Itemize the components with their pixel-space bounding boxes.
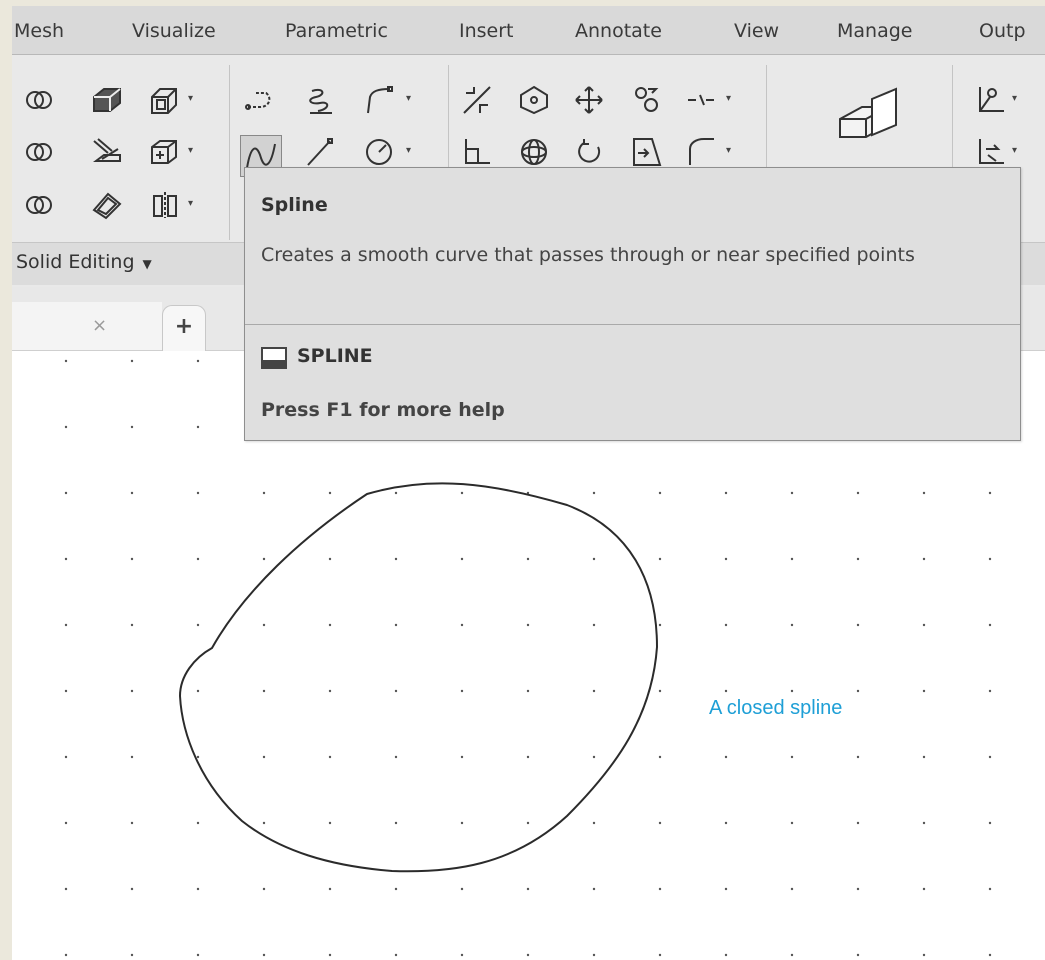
spline-tooltip: Spline Creates a smooth curve that passe… [244,167,1021,441]
close-icon[interactable]: × [92,315,107,336]
circle-icon[interactable] [362,135,396,169]
copy-icon[interactable] [630,83,664,117]
drawing-canvas[interactable]: A closed spline [12,351,1045,960]
move-icon[interactable] [572,83,606,117]
chamfer-icon[interactable] [684,135,718,169]
new-tab-button[interactable]: + [162,305,206,351]
tooltip-help-hint: Press F1 for more help [261,399,505,421]
tab-mesh[interactable]: Mesh [14,20,64,42]
tooltip-description: Creates a smooth curve that passes throu… [261,244,915,266]
tab-view[interactable]: View [734,20,779,42]
3d-rotate-gizmo-icon[interactable] [517,135,551,169]
ucs-icon[interactable] [974,135,1008,169]
shell-icon[interactable] [90,188,124,222]
panel-title-label: Solid Editing [16,251,135,273]
annotation-label: A closed spline [709,697,842,719]
ribbon-tab-bar: Mesh Visualize Parametric Insert Annotat… [12,6,1045,55]
drawing-tab[interactable]: × [12,302,162,350]
command-line-icon [261,347,287,369]
tooltip-separator [245,324,1020,325]
separate-icon[interactable] [148,188,182,222]
offset-faces-dropdown-arrow[interactable]: ▾ [188,93,193,104]
break-icon[interactable] [684,83,718,117]
autocad-window: Mesh Visualize Parametric Insert Annotat… [12,6,1045,960]
subtract-icon[interactable] [22,188,56,222]
offset-faces-icon[interactable] [148,83,182,117]
tab-output[interactable]: Outp [979,20,1026,42]
3d-move-gizmo-icon[interactable] [517,83,551,117]
chevron-down-icon: ▼ [142,257,152,271]
stretch-icon[interactable] [630,135,664,169]
grid-dots [64,359,992,957]
chamfer-dropdown-arrow[interactable]: ▾ [726,145,731,156]
rotate-icon[interactable] [572,135,606,169]
tab-insert[interactable]: Insert [459,20,514,42]
panel-separator [229,65,230,240]
line-icon[interactable] [302,135,336,169]
separate-dropdown-arrow[interactable]: ▾ [188,198,193,209]
intersect-icon[interactable] [22,83,56,117]
union-icon[interactable] [22,135,56,169]
tab-annotate[interactable]: Annotate [575,20,662,42]
fit-spline-icon[interactable] [362,83,396,117]
dimension-dropdown-arrow[interactable]: ▾ [1012,93,1017,104]
tooltip-command-name: SPLINE [297,345,373,367]
extrude-faces-icon[interactable] [90,83,124,117]
ucs-dropdown-arrow[interactable]: ▾ [1012,145,1017,156]
tab-parametric[interactable]: Parametric [285,20,388,42]
helix-icon[interactable] [302,83,336,117]
tooltip-title: Spline [261,194,328,216]
slice-icon[interactable] [90,135,124,169]
break-dropdown-arrow[interactable]: ▾ [726,93,731,104]
tab-visualize[interactable]: Visualize [132,20,216,42]
fit-spline-dropdown-arrow[interactable]: ▾ [406,93,411,104]
dimension-icon[interactable] [974,83,1008,117]
closed-spline [178,482,659,873]
fillet-icon[interactable] [460,135,494,169]
drawing-area: A closed spline [64,359,992,957]
tab-manage[interactable]: Manage [837,20,912,42]
circle-dropdown-arrow[interactable]: ▾ [406,145,411,156]
polyline-icon[interactable] [244,83,278,117]
trim-icon[interactable] [460,83,494,117]
section-plane-icon[interactable] [832,85,902,149]
imprint-icon[interactable] [148,135,182,169]
imprint-dropdown-arrow[interactable]: ▾ [188,145,193,156]
solid-editing-panel-title[interactable]: Solid Editing ▼ [16,251,152,273]
